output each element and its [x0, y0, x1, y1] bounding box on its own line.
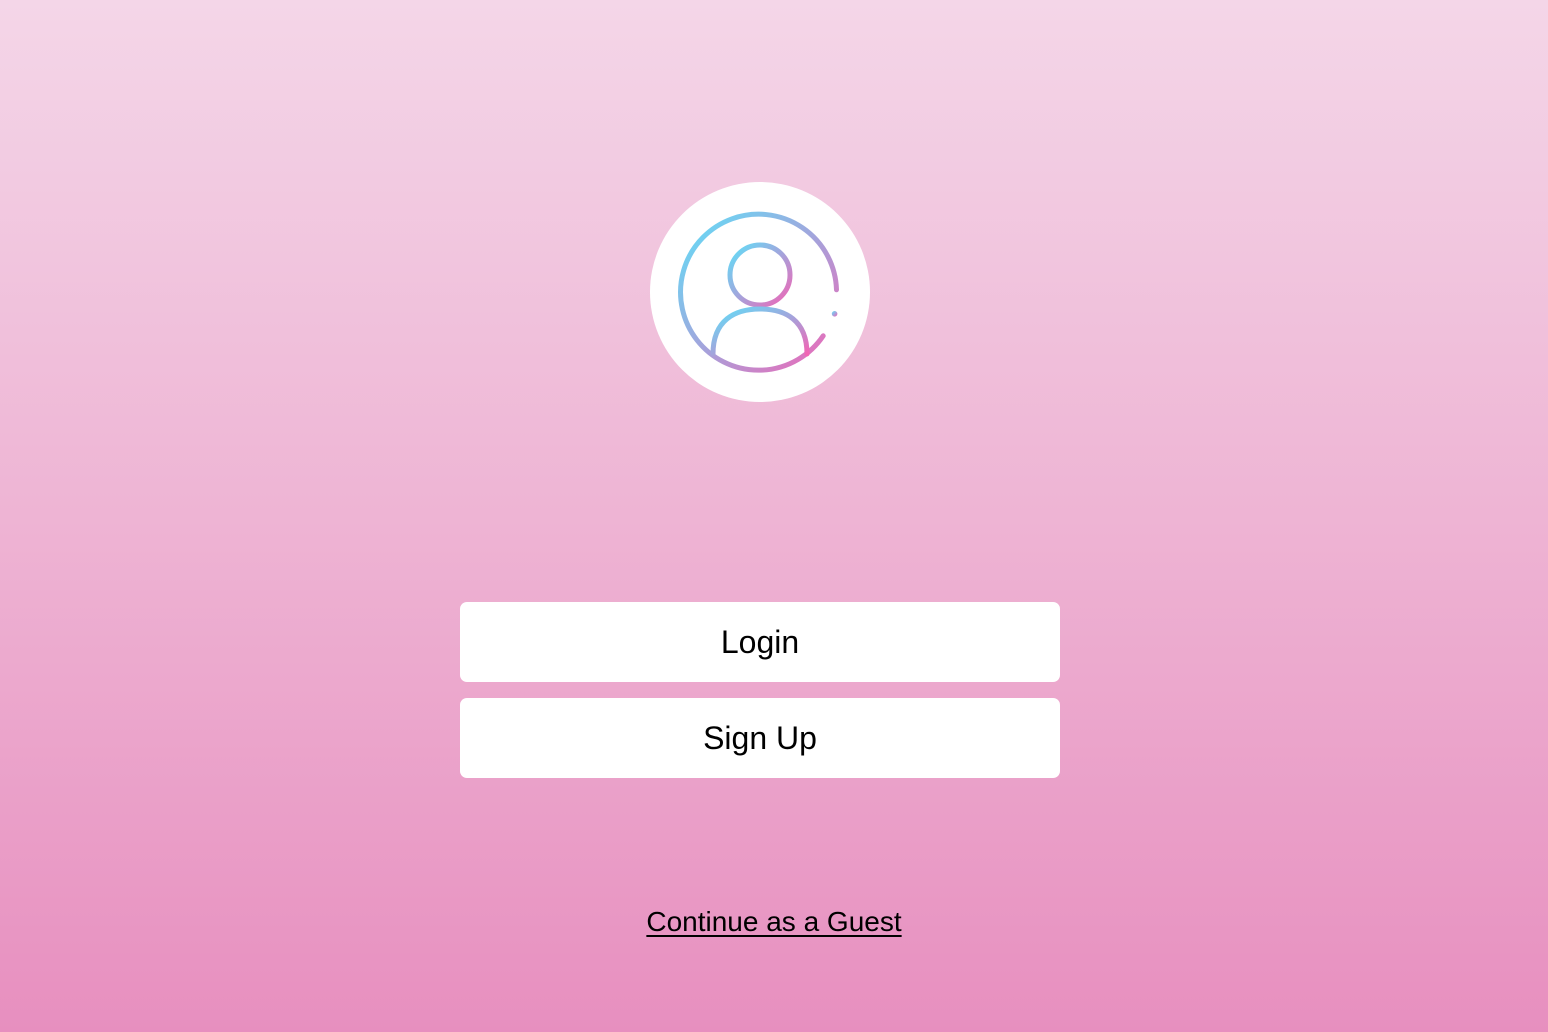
avatar [650, 182, 870, 402]
user-avatar-icon [678, 211, 839, 373]
signup-button[interactable]: Sign Up [460, 698, 1060, 778]
login-button[interactable]: Login [460, 602, 1060, 682]
continue-as-guest-link[interactable]: Continue as a Guest [0, 906, 1548, 938]
